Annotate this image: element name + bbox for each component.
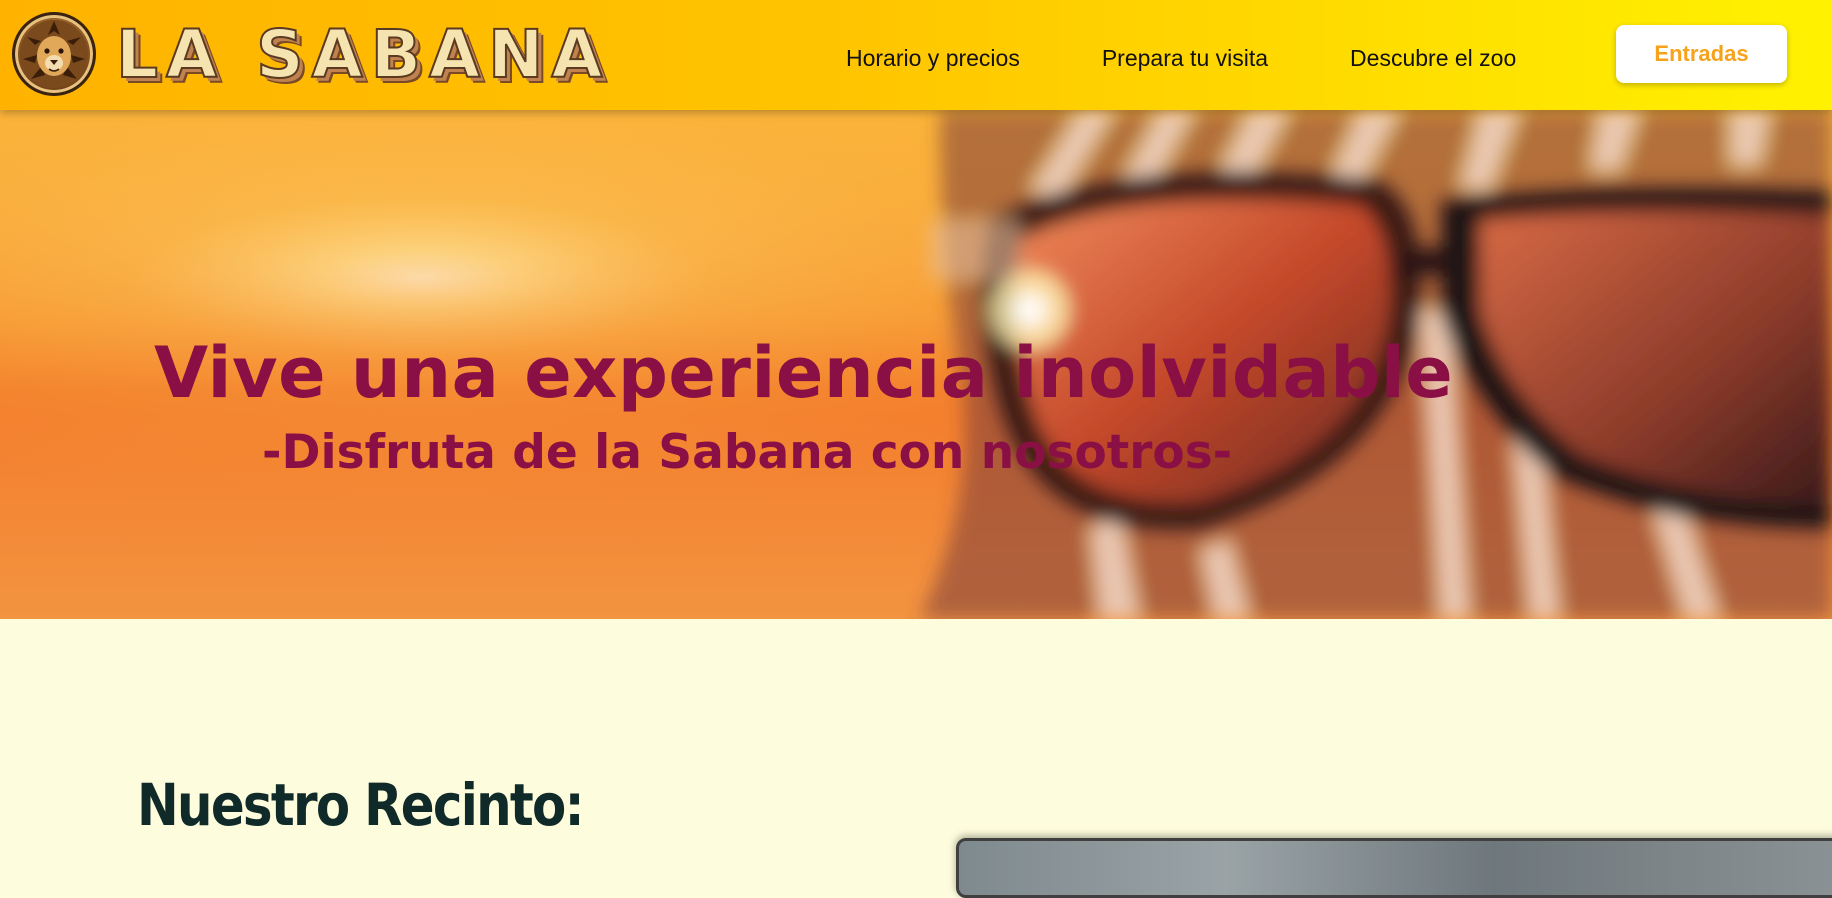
nav-link-descubre-zoo[interactable]: Descubre el zoo — [1350, 45, 1516, 72]
site-header: LA SABANA Horario y precios Prepara tu v… — [0, 0, 1832, 110]
nav-link-prepara-visita[interactable]: Prepara tu visita — [1102, 45, 1268, 72]
brand-wordmark[interactable]: LA SABANA — [115, 19, 610, 91]
lion-logo-icon[interactable] — [12, 12, 96, 96]
main-nav: Horario y precios Prepara tu visita Desc… — [846, 0, 1516, 110]
hero-banner: Vive una experiencia inolvidable -Disfru… — [0, 110, 1832, 619]
section-title-recinto: Nuestro Recinto: — [137, 771, 585, 839]
hero-subtitle: -Disfruta de la Sabana con nosotros- — [262, 425, 1233, 480]
nav-link-horario[interactable]: Horario y precios — [846, 45, 1020, 72]
lion-head-icon — [20, 20, 88, 88]
hero-title: Vive una experiencia inolvidable — [154, 332, 1454, 414]
tickets-button[interactable]: Entradas — [1616, 25, 1787, 83]
recinto-map-image[interactable] — [956, 838, 1832, 898]
